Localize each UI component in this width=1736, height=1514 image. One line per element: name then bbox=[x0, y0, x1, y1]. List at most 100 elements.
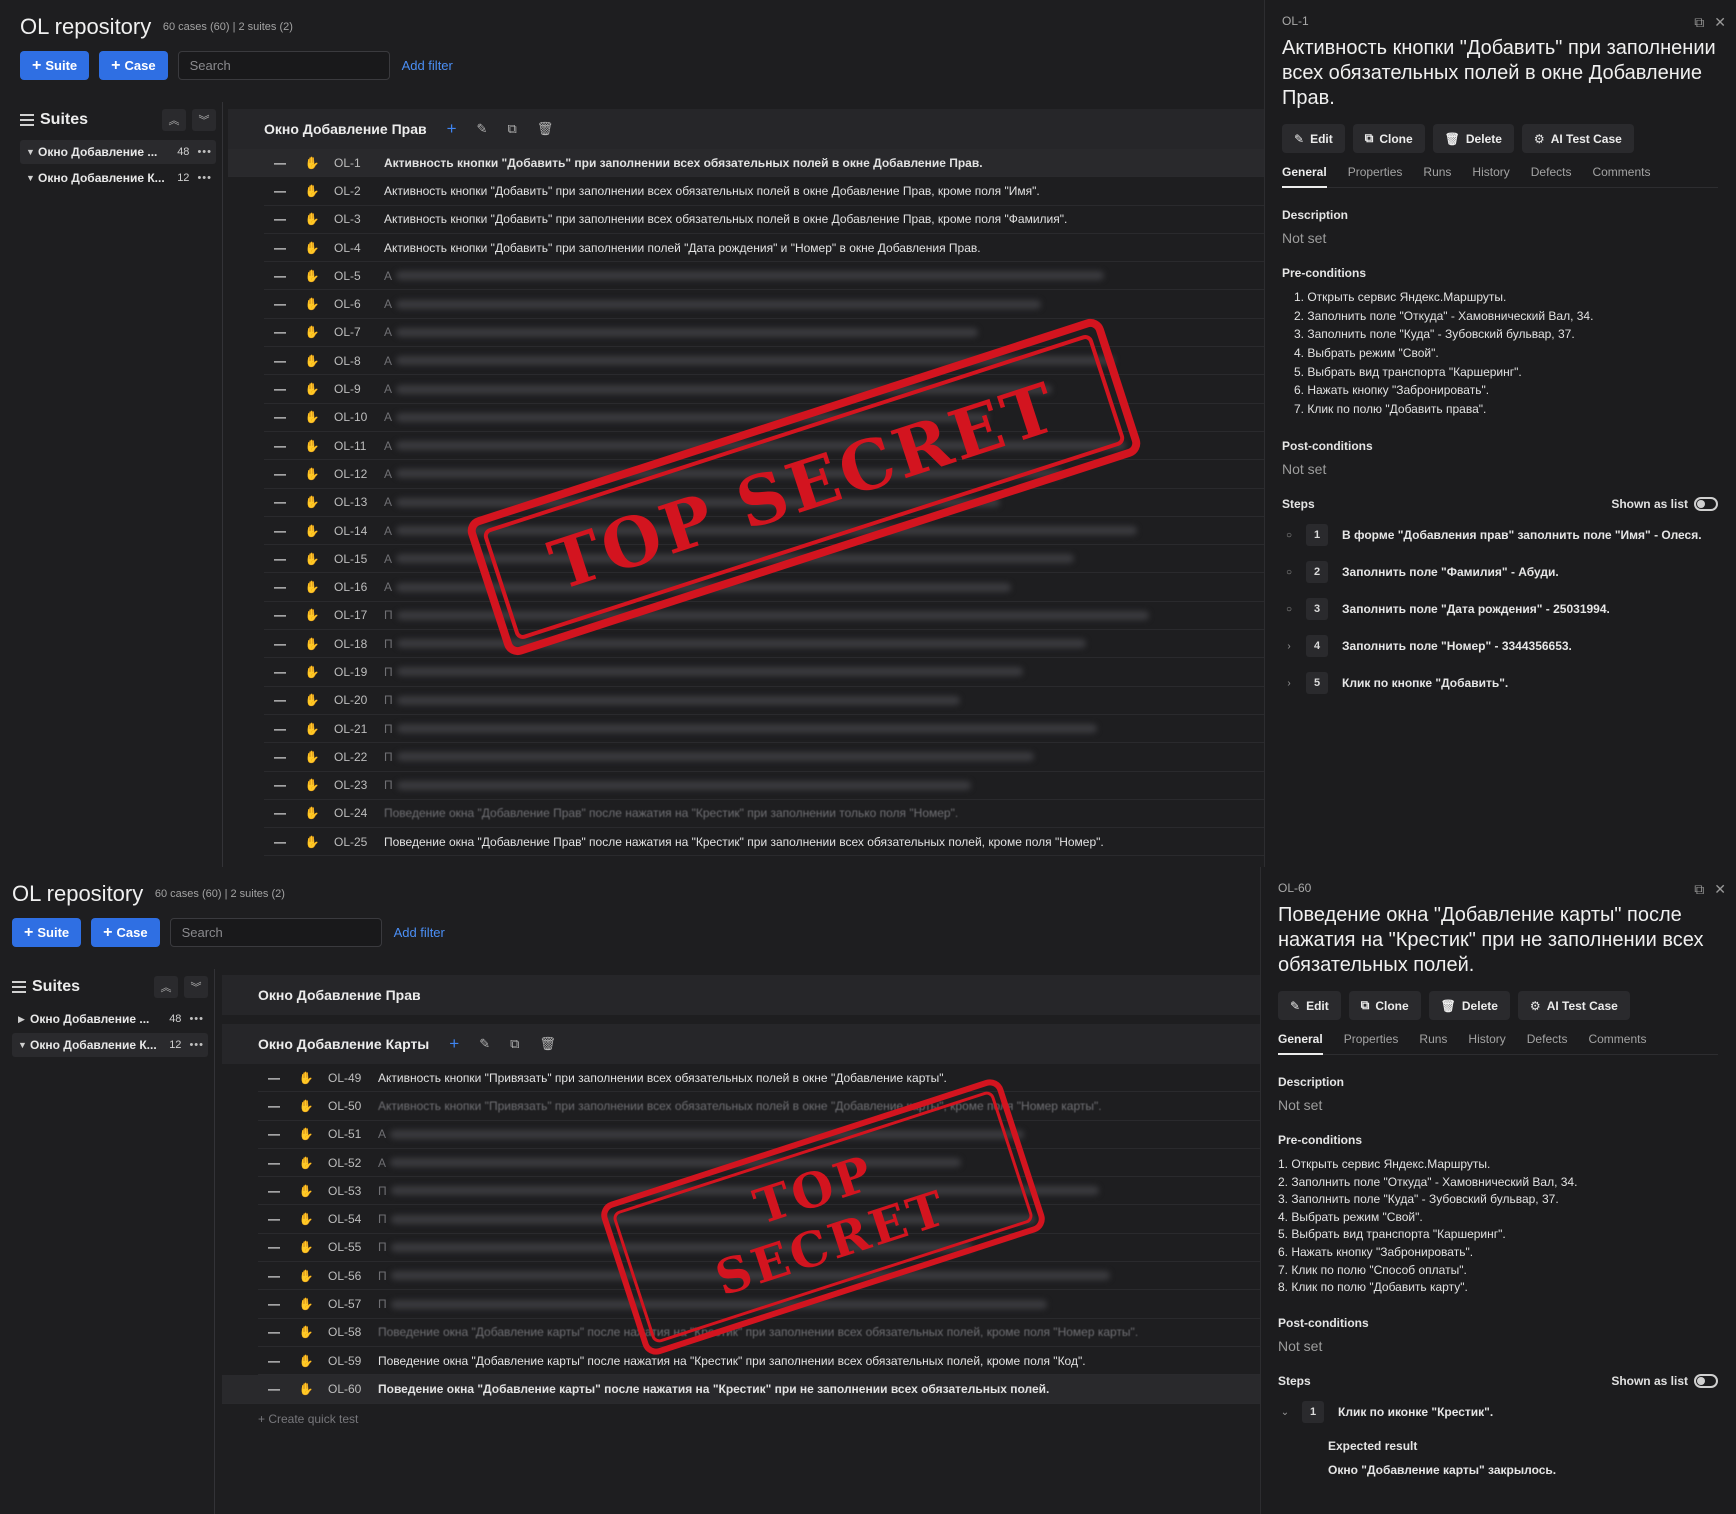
hand-icon[interactable]: ✋ bbox=[304, 241, 320, 255]
edit-button[interactable]: ✎ Edit bbox=[1282, 124, 1345, 153]
hand-icon[interactable]: ✋ bbox=[298, 1297, 314, 1311]
chevrons-up-icon[interactable]: ︽ bbox=[162, 109, 186, 131]
ai-test-case-button[interactable]: ⚙ AI Test Case bbox=[1517, 991, 1630, 1020]
copy-icon[interactable]: ⧉ bbox=[507, 121, 516, 137]
step-row[interactable]: › 5 Клик по кнопке "Добавить". bbox=[1282, 665, 1718, 702]
step-row[interactable]: ○ 2 Заполнить поле "Фамилия" - Абуди. bbox=[1282, 554, 1718, 591]
close-icon[interactable]: ✕ bbox=[1714, 881, 1726, 898]
tab-comments[interactable]: Comments bbox=[1588, 1032, 1646, 1046]
chevron-icon[interactable]: › bbox=[1282, 641, 1296, 652]
hand-icon[interactable]: ✋ bbox=[298, 1240, 314, 1254]
add-filter-link[interactable]: Add filter bbox=[402, 58, 453, 73]
chevrons-down-icon[interactable]: ︾ bbox=[184, 976, 208, 998]
step-row[interactable]: ○ 3 Заполнить поле "Дата рождения" - 25031… bbox=[1282, 591, 1718, 628]
case-row[interactable]: — ✋ OL-50 Активность кнопки "Привязать" при… bbox=[258, 1092, 1261, 1121]
caret-down-icon[interactable]: ▼ bbox=[26, 173, 38, 183]
hand-icon[interactable]: ✋ bbox=[304, 778, 320, 792]
chevron-icon[interactable]: › bbox=[1282, 678, 1296, 689]
case-row[interactable]: — ✋ OL-17 П bbox=[264, 602, 1265, 631]
case-row[interactable]: — ✋ OL-24 Поведение окна "Добавление Прав" … bbox=[264, 800, 1265, 829]
circle-icon[interactable]: ○ bbox=[1282, 567, 1296, 578]
hand-icon[interactable]: ✋ bbox=[304, 156, 320, 170]
case-row[interactable]: — ✋ OL-57 П bbox=[258, 1290, 1261, 1319]
edit-button[interactable]: ✎ Edit bbox=[1278, 991, 1341, 1020]
tab-general[interactable]: General bbox=[1278, 1032, 1323, 1055]
case-row[interactable]: — ✋ OL-9 А bbox=[264, 375, 1265, 404]
caret-down-icon[interactable]: ▼ bbox=[18, 1040, 30, 1050]
delete-button[interactable]: 🗑 Delete bbox=[1428, 991, 1510, 1020]
hand-icon[interactable]: ✋ bbox=[304, 467, 320, 481]
hand-icon[interactable]: ✋ bbox=[298, 1156, 314, 1170]
hand-icon[interactable]: ✋ bbox=[298, 1354, 314, 1368]
more-icon[interactable]: ••• bbox=[197, 146, 212, 158]
add-case-button[interactable]: + Case bbox=[91, 918, 160, 947]
hand-icon[interactable]: ✋ bbox=[304, 269, 320, 283]
copy-icon[interactable]: ⧉ bbox=[510, 1036, 519, 1052]
pencil-icon[interactable]: ✎ bbox=[477, 121, 488, 137]
step-row[interactable]: › 4 Заполнить поле "Номер" - 3344356653. bbox=[1282, 628, 1718, 665]
hand-icon[interactable]: ✋ bbox=[304, 325, 320, 339]
add-case-button[interactable]: + Case bbox=[99, 51, 168, 80]
plus-icon[interactable]: + bbox=[447, 119, 457, 139]
case-row[interactable]: — ✋ OL-56 П bbox=[258, 1262, 1261, 1291]
caret-right-icon[interactable]: ▶ bbox=[18, 1014, 30, 1025]
case-row[interactable]: — ✋ OL-10 А bbox=[264, 404, 1265, 432]
chevrons-down-icon[interactable]: ︾ bbox=[192, 109, 216, 131]
shown-as-list-toggle[interactable]: Shown as list bbox=[1611, 1373, 1718, 1388]
hand-icon[interactable]: ✋ bbox=[298, 1099, 314, 1113]
case-row[interactable]: — ✋ OL-16 А bbox=[264, 573, 1265, 602]
hamburger-icon[interactable] bbox=[20, 114, 34, 126]
tab-defects[interactable]: Defects bbox=[1531, 165, 1572, 179]
case-row[interactable]: — ✋ OL-15 А bbox=[264, 545, 1265, 574]
step-row[interactable]: ○ 1 В форме "Добавления прав" заполнить по… bbox=[1282, 517, 1718, 554]
hand-icon[interactable]: ✋ bbox=[304, 439, 320, 453]
search-input[interactable] bbox=[177, 51, 390, 80]
caret-down-icon[interactable]: ▼ bbox=[26, 147, 38, 157]
case-row[interactable]: — ✋ OL-21 П bbox=[264, 715, 1265, 744]
tab-general[interactable]: General bbox=[1282, 165, 1327, 188]
ai-test-case-button[interactable]: ⚙ AI Test Case bbox=[1521, 124, 1634, 153]
tab-runs[interactable]: Runs bbox=[1423, 165, 1451, 179]
hand-icon[interactable]: ✋ bbox=[304, 750, 320, 764]
case-row[interactable]: — ✋ OL-12 А bbox=[264, 460, 1265, 489]
case-row[interactable]: — ✋ OL-53 П bbox=[258, 1177, 1261, 1206]
hand-icon[interactable]: ✋ bbox=[304, 608, 320, 622]
case-row[interactable]: — ✋ OL-8 А bbox=[264, 347, 1265, 376]
shown-as-list-toggle[interactable]: Shown as list bbox=[1611, 496, 1718, 511]
hand-icon[interactable]: ✋ bbox=[304, 835, 320, 849]
hand-icon[interactable]: ✋ bbox=[298, 1269, 314, 1283]
suite-item[interactable]: ▼ Окно Добавление К... 12 ••• bbox=[12, 1033, 208, 1057]
add-suite-button[interactable]: + Suite bbox=[12, 918, 82, 947]
hand-icon[interactable]: ✋ bbox=[304, 806, 320, 820]
hand-icon[interactable]: ✋ bbox=[304, 693, 320, 707]
suite-item[interactable]: ▼ Окно Добавление ... 48 ••• bbox=[20, 140, 216, 164]
hand-icon[interactable]: ✋ bbox=[304, 722, 320, 736]
case-row[interactable]: — ✋ OL-19 П bbox=[264, 658, 1265, 687]
case-row[interactable]: — ✋ OL-6 А bbox=[264, 290, 1265, 319]
case-row[interactable]: — ✋ OL-20 П bbox=[264, 687, 1265, 715]
hamburger-icon[interactable] bbox=[12, 981, 26, 993]
delete-button[interactable]: 🗑 Delete bbox=[1432, 124, 1514, 153]
circle-icon[interactable]: ○ bbox=[1282, 604, 1296, 615]
restore-window-icon[interactable]: ⧉ bbox=[1694, 881, 1704, 898]
suite-item[interactable]: ▶ Окно Добавление ... 48 ••• bbox=[12, 1007, 208, 1031]
tab-history[interactable]: History bbox=[1468, 1032, 1505, 1046]
hand-icon[interactable]: ✋ bbox=[304, 665, 320, 679]
add-filter-link[interactable]: Add filter bbox=[394, 925, 445, 940]
hand-icon[interactable]: ✋ bbox=[298, 1127, 314, 1141]
case-row[interactable]: — ✋ OL-14 А bbox=[264, 517, 1265, 546]
case-row[interactable]: — ✋ OL-13 А bbox=[264, 489, 1265, 517]
create-quick-test-link[interactable]: + Create quick test bbox=[258, 1412, 1261, 1426]
case-row[interactable]: — ✋ OL-59 Поведение окна "Добавление карты"… bbox=[258, 1347, 1261, 1376]
chevrons-up-icon[interactable]: ︽ bbox=[154, 976, 178, 998]
hand-icon[interactable]: ✋ bbox=[304, 297, 320, 311]
hand-icon[interactable]: ✋ bbox=[298, 1382, 314, 1396]
hand-icon[interactable]: ✋ bbox=[298, 1325, 314, 1339]
collapsed-suite-header[interactable]: Окно Добавление Прав bbox=[222, 975, 1261, 1015]
toggle-icon[interactable] bbox=[1694, 1373, 1718, 1388]
case-row[interactable]: — ✋ OL-11 А bbox=[264, 432, 1265, 461]
close-icon[interactable]: ✕ bbox=[1714, 14, 1726, 31]
case-row[interactable]: — ✋ OL-51 А bbox=[258, 1121, 1261, 1149]
case-row[interactable]: — ✋ OL-3 Активность кнопки "Добавить" при з… bbox=[264, 206, 1265, 234]
hand-icon[interactable]: ✋ bbox=[304, 637, 320, 651]
